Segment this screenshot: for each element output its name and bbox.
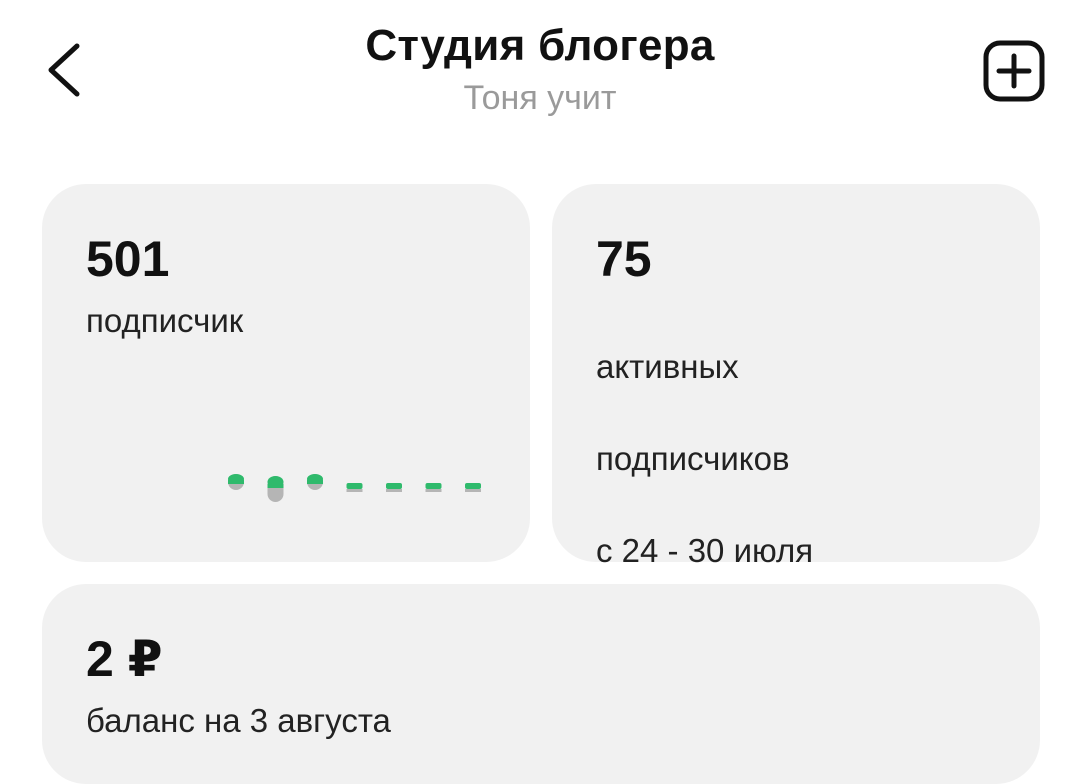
subscribers-card[interactable]: 501 подписчик xyxy=(42,184,530,562)
trend-marker xyxy=(425,483,442,492)
subscribers-label: подписчик xyxy=(86,302,244,339)
back-button[interactable] xyxy=(30,30,100,110)
active-subscribers-label: активных подписчиков с 24 - 30 июля xyxy=(596,298,813,620)
active-subscribers-card[interactable]: 75 активных подписчиков с 24 - 30 июля xyxy=(552,184,1040,569)
trend-marker xyxy=(346,483,363,492)
add-button[interactable] xyxy=(980,38,1048,104)
page-subtitle: Тоня учит xyxy=(463,79,617,117)
subscribers-count: 501 xyxy=(86,231,170,287)
trend-marker xyxy=(228,474,244,490)
trend-marker xyxy=(267,476,284,502)
page-title: Студия блогера xyxy=(365,21,715,70)
active-label-line-1: активных xyxy=(596,348,739,385)
trend-marker xyxy=(386,483,402,492)
chevron-left-icon xyxy=(48,43,80,97)
trend-marker xyxy=(465,483,481,492)
active-label-line-2: подписчиков xyxy=(596,440,790,477)
plus-square-icon xyxy=(983,40,1045,102)
title-block: Студия блогера Тоня учит xyxy=(240,18,840,120)
balance-amount: 2 ₽ xyxy=(86,631,163,687)
balance-card[interactable]: 2 ₽ баланс на 3 августа xyxy=(42,584,1040,784)
active-subscribers-count: 75 xyxy=(596,231,652,287)
active-label-line-3: с 24 - 30 июля xyxy=(596,532,814,569)
balance-label: баланс на 3 августа xyxy=(86,702,391,739)
trend-marker xyxy=(307,474,323,490)
subscribers-trend-sparkline xyxy=(228,474,481,502)
header: Студия блогера Тоня учит xyxy=(0,0,1080,150)
